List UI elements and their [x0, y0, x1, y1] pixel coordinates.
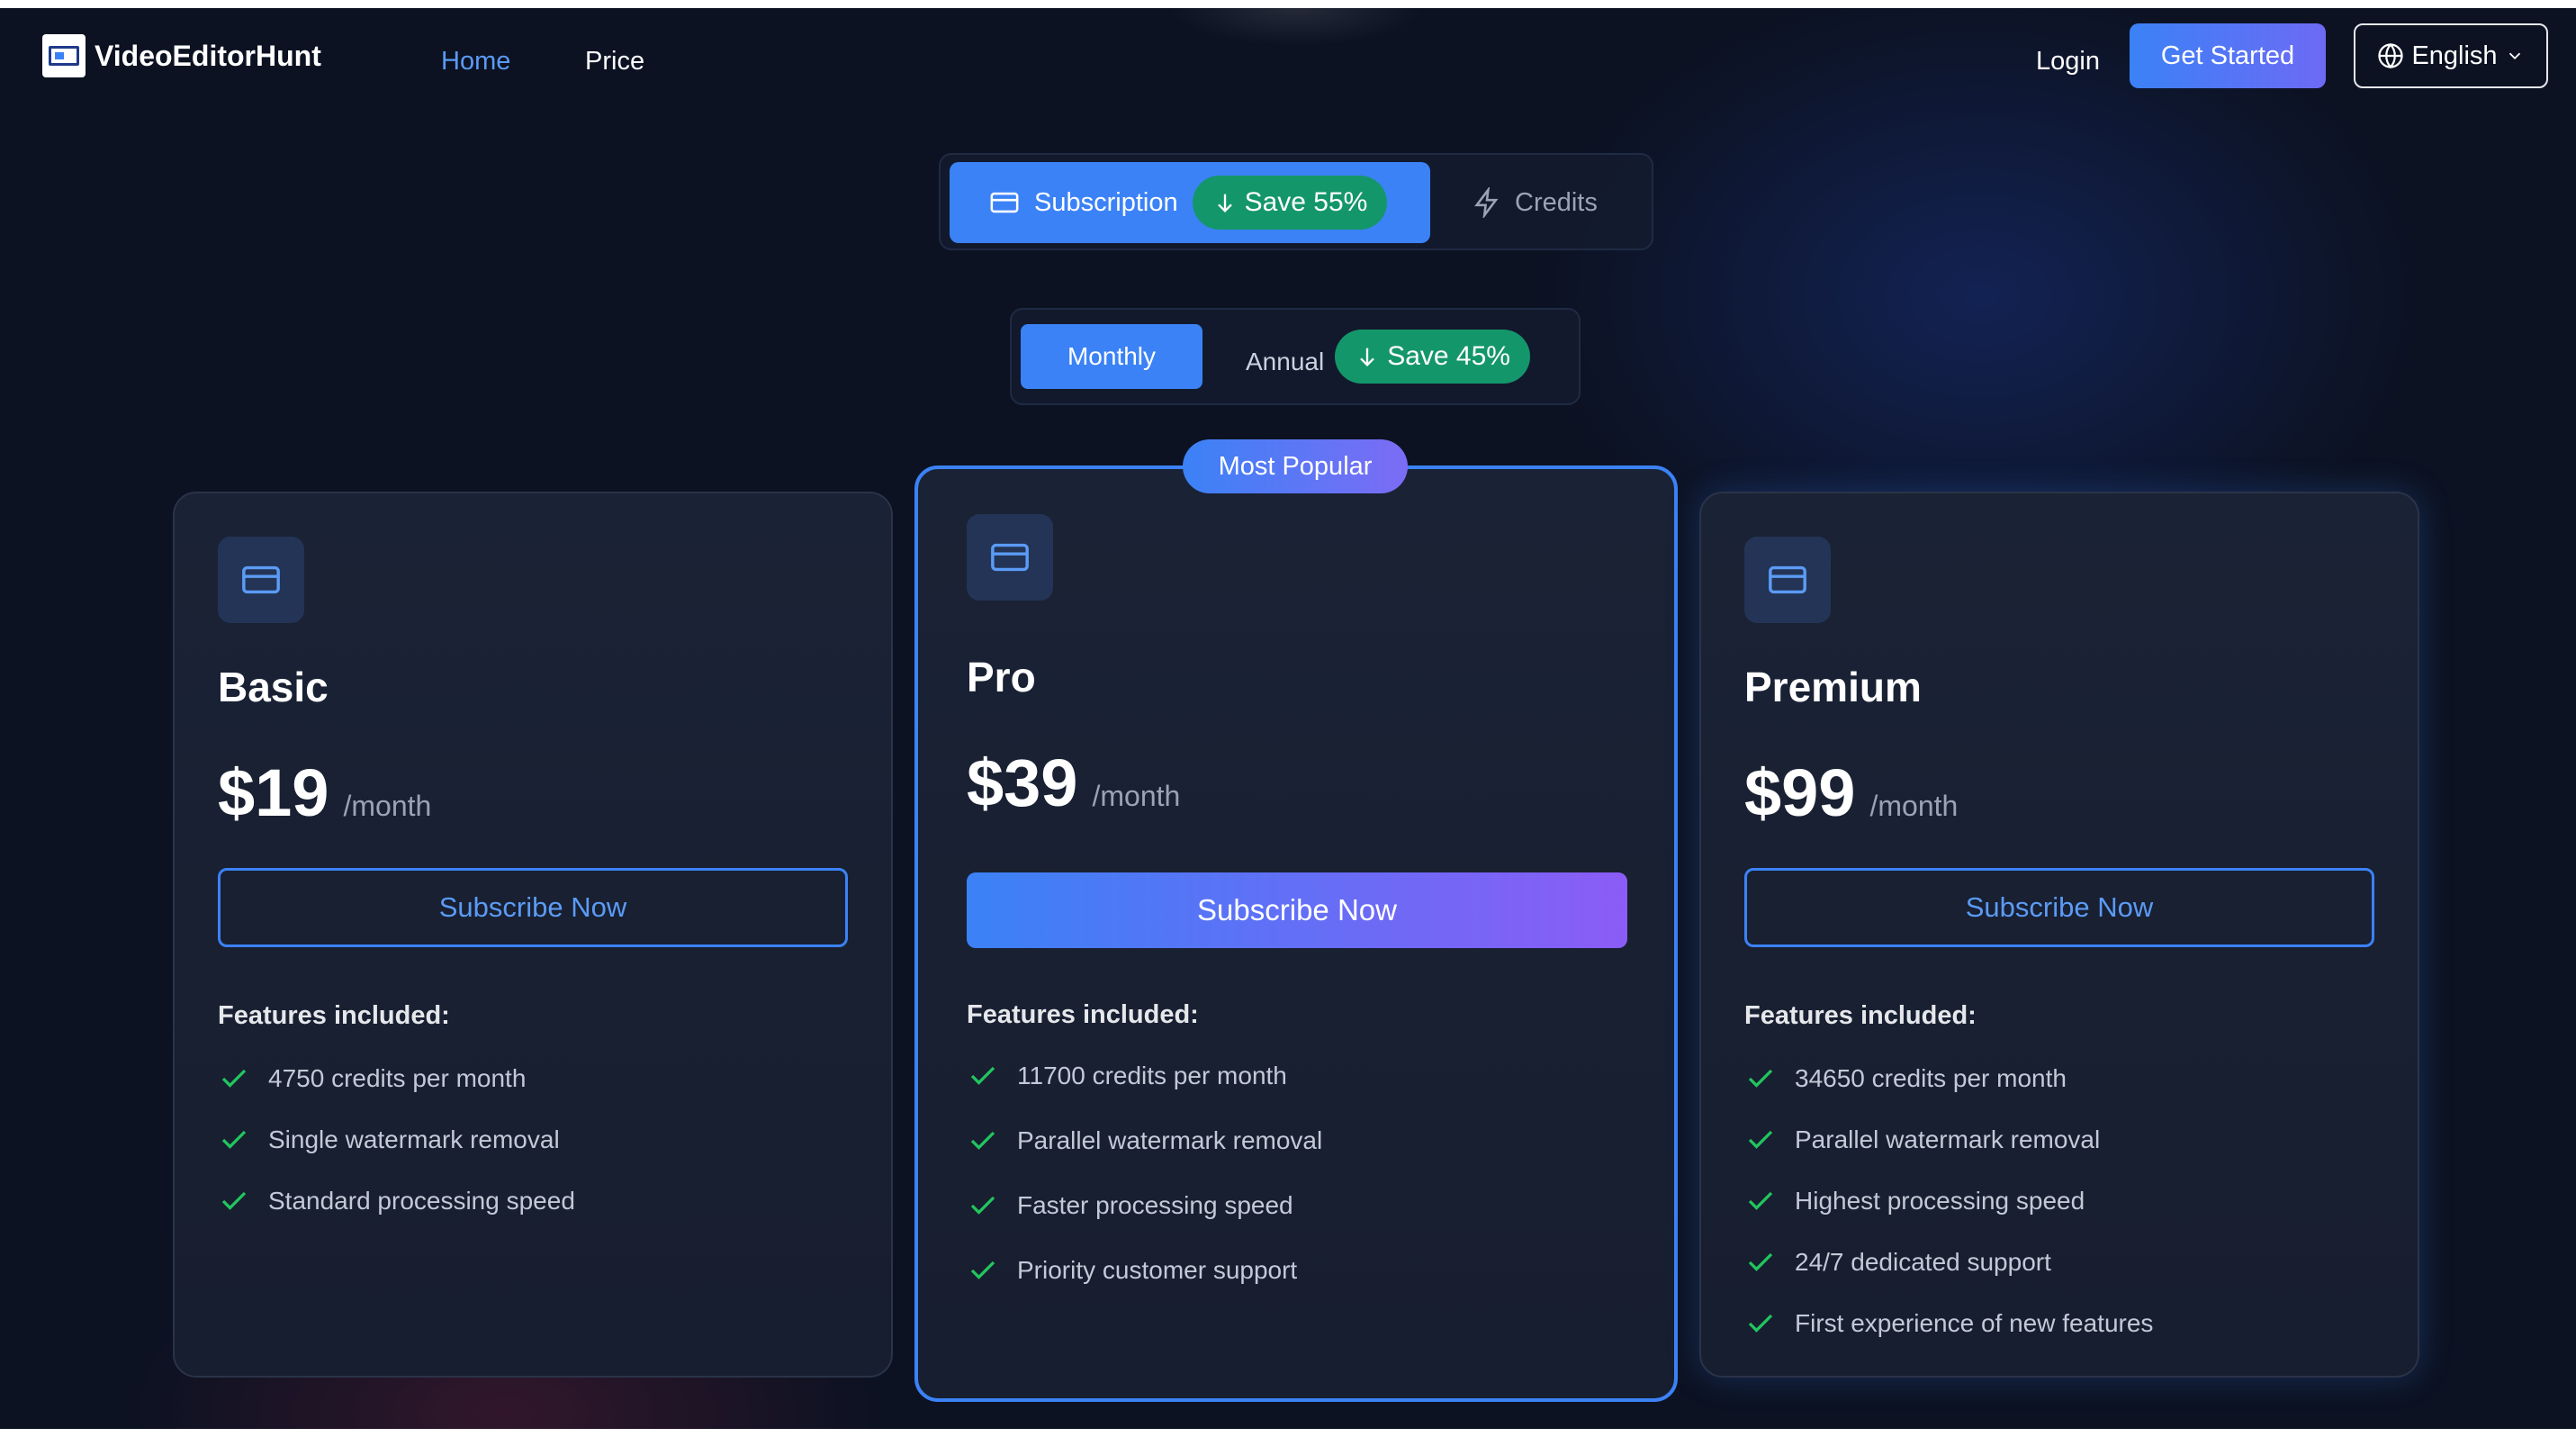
feature-text: Standard processing speed: [268, 1187, 575, 1215]
list-item: Faster processing speed: [967, 1173, 1322, 1238]
subscribe-button-pro[interactable]: Subscribe Now: [967, 872, 1627, 948]
list-item: 24/7 dedicated support: [1744, 1232, 2153, 1293]
brand-name: VideoEditorHunt: [95, 39, 321, 72]
brand-logo-icon: [42, 34, 86, 77]
check-icon: [1748, 1191, 1773, 1210]
check-icon: [1748, 1314, 1773, 1333]
lightning-icon: [1474, 187, 1499, 218]
feature-text: Priority customer support: [1017, 1256, 1298, 1284]
most-popular-badge: Most Popular: [1183, 439, 1408, 493]
check-icon: [970, 1131, 995, 1150]
price-row: $19 /month: [218, 755, 431, 831]
save-badge: Save 45%: [1335, 330, 1530, 384]
feature-text: Faster processing speed: [1017, 1191, 1293, 1219]
plan-name: Premium: [1744, 664, 1922, 710]
plan-name: Basic: [218, 664, 329, 710]
check-icon: [1748, 1069, 1773, 1088]
arrow-down-icon: [1360, 348, 1375, 366]
tab-monthly[interactable]: Monthly: [1021, 324, 1202, 389]
plan-type-toggle: Subscription Save 55% Credits: [939, 153, 1653, 250]
nav-link-home[interactable]: Home: [441, 47, 510, 77]
globe-icon: [2378, 42, 2404, 69]
bottom-strip: [0, 1429, 2576, 1437]
billing-period-toggle: Monthly Annual Save 45%: [1010, 308, 1581, 405]
tab-annual-label: Annual: [1246, 348, 1325, 375]
list-item: 4750 credits per month: [218, 1048, 575, 1109]
arrow-down-icon: [1217, 194, 1232, 212]
price-row: $39 /month: [967, 745, 1180, 821]
tab-credits[interactable]: Credits: [1472, 162, 1643, 243]
check-icon: [970, 1066, 995, 1085]
language-select[interactable]: English: [2354, 23, 2548, 88]
plan-price: $99: [1744, 755, 1856, 830]
feature-list: 34650 credits per month Parallel waterma…: [1744, 1048, 2153, 1354]
page: VideoEditorHunt Home Price Login Get Sta…: [0, 8, 2576, 1437]
plan-card-pro: Pro $39 /month Subscribe Now Features in…: [914, 465, 1678, 1402]
list-item: 34650 credits per month: [1744, 1048, 2153, 1109]
plan-card-basic: Basic $19 /month Subscribe Now Features …: [173, 492, 893, 1378]
list-item: Priority customer support: [967, 1238, 1322, 1303]
list-item: Standard processing speed: [218, 1170, 575, 1232]
plan-name: Pro: [967, 654, 1036, 700]
feature-text: Parallel watermark removal: [1017, 1126, 1323, 1154]
plan-period: /month: [1092, 780, 1181, 812]
plan-card-premium: Premium $99 /month Subscribe Now Feature…: [1699, 492, 2419, 1378]
tab-annual[interactable]: Annual Save 45%: [1246, 330, 1570, 389]
get-started-button[interactable]: Get Started: [2130, 23, 2326, 88]
check-icon: [970, 1196, 995, 1215]
check-icon: [970, 1261, 995, 1279]
check-icon: [221, 1069, 247, 1088]
save-badge-label: Save 55%: [1244, 187, 1368, 217]
feature-list: 4750 credits per month Single watermark …: [218, 1048, 575, 1232]
tab-credits-label: Credits: [1515, 187, 1598, 217]
features-title: Features included:: [967, 1000, 1199, 1029]
feature-list: 11700 credits per month Parallel waterma…: [967, 1044, 1322, 1303]
feature-text: First experience of new features: [1795, 1309, 2154, 1337]
list-item: 11700 credits per month: [967, 1044, 1322, 1108]
plan-price: $39: [967, 746, 1078, 820]
credit-card-icon: [967, 514, 1053, 601]
check-icon: [1748, 1130, 1773, 1149]
list-item: Single watermark removal: [218, 1109, 575, 1170]
chevron-down-icon: [2508, 52, 2520, 60]
plan-period: /month: [1869, 790, 1959, 822]
credit-card-icon: [218, 537, 304, 623]
list-item: First experience of new features: [1744, 1293, 2153, 1354]
feature-text: Single watermark removal: [268, 1125, 560, 1153]
language-label: English: [2411, 41, 2498, 70]
list-item: Parallel watermark removal: [967, 1108, 1322, 1173]
list-item: Parallel watermark removal: [1744, 1109, 2153, 1170]
price-row: $99 /month: [1744, 755, 1958, 831]
plan-period: /month: [343, 790, 432, 822]
login-link[interactable]: Login: [2036, 47, 2100, 77]
save-badge-label: Save 45%: [1387, 341, 1510, 371]
top-nav: VideoEditorHunt Home Price Login Get Sta…: [0, 8, 2576, 107]
tab-subscription-label: Subscription: [1034, 187, 1178, 217]
feature-text: 11700 credits per month: [1017, 1062, 1287, 1089]
subscribe-button-premium[interactable]: Subscribe Now: [1744, 868, 2374, 947]
plan-price: $19: [218, 755, 329, 830]
feature-text: 34650 credits per month: [1795, 1064, 2067, 1092]
save-badge: Save 55%: [1192, 176, 1388, 230]
tab-subscription[interactable]: Subscription Save 55%: [950, 162, 1430, 243]
feature-text: 24/7 dedicated support: [1795, 1248, 2051, 1276]
check-icon: [1748, 1252, 1773, 1271]
nav-link-price[interactable]: Price: [585, 47, 644, 77]
features-title: Features included:: [1744, 1001, 1977, 1030]
brand[interactable]: VideoEditorHunt: [42, 34, 321, 77]
feature-text: Highest processing speed: [1795, 1187, 2085, 1215]
check-icon: [221, 1130, 247, 1149]
subscribe-button-basic[interactable]: Subscribe Now: [218, 868, 848, 947]
feature-text: 4750 credits per month: [268, 1064, 527, 1092]
credit-card-icon: [990, 192, 1019, 213]
feature-text: Parallel watermark removal: [1795, 1125, 2101, 1153]
features-title: Features included:: [218, 1001, 450, 1030]
check-icon: [221, 1191, 247, 1210]
list-item: Highest processing speed: [1744, 1170, 2153, 1232]
credit-card-icon: [1744, 537, 1831, 623]
